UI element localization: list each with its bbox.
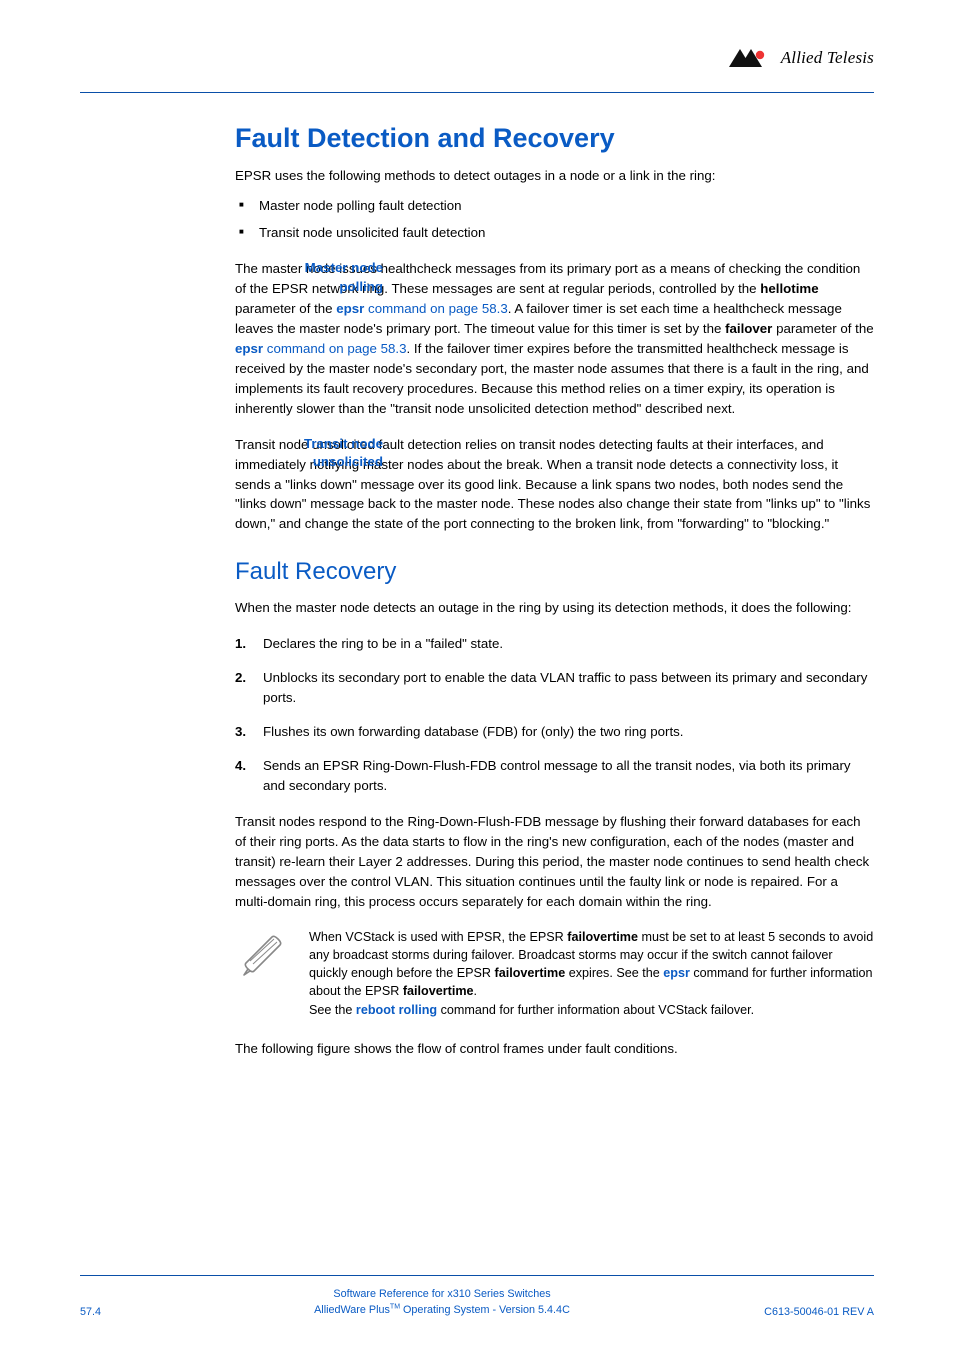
side-label-transit-unsolicited: Transit node unsolicited [235,435,383,472]
param-hellotime: hellotime [760,281,818,296]
detection-methods-list: Master node polling fault detection Tran… [235,196,874,243]
intro-text: EPSR uses the following methods to detec… [235,166,874,186]
main-content: Fault Detection and Recovery EPSR uses t… [80,93,874,1059]
step-item: Unblocks its secondary port to enable th… [263,668,874,708]
side-label-line: polling [339,279,383,294]
note-box: When VCStack is used with EPSR, the EPSR… [235,928,874,1019]
footer-revision: C613-50046-01 REV A [734,1306,874,1318]
epsr-command-link[interactable]: epsr [663,966,690,980]
param-failovertime: failovertime [567,930,638,944]
epsr-command-link[interactable]: epsr [336,301,364,316]
side-label-line: unsolicited [313,454,383,469]
brand-logo: Allied Telesis [729,48,874,68]
list-item: Transit node unsolicited fault detection [259,223,874,244]
step-item: Sends an EPSR Ring-Down-Flush-FDB contro… [263,756,874,796]
recovery-intro: When the master node detects an outage i… [235,598,874,618]
epsr-command-link[interactable]: epsr [235,341,263,356]
step-item: Declares the ring to be in a "failed" st… [263,634,874,654]
recovery-after-paragraph: Transit nodes respond to the Ring-Down-F… [235,812,874,912]
footer-center: Software Reference for x310 Series Switc… [150,1286,734,1318]
footer-divider [80,1275,874,1276]
epsr-command-page-link[interactable]: command on page 58.3 [364,301,507,316]
side-label-master-polling: Master node polling [235,259,383,296]
param-failovertime: failovertime [403,984,474,998]
footer-line1: Software Reference for x310 Series Switc… [333,1288,550,1300]
logo-mark-icon [729,49,773,67]
reboot-rolling-link[interactable]: reboot rolling [356,1003,437,1017]
master-node-polling-section: Master node polling The master node issu… [235,259,874,419]
footer-line2: AlliedWare PlusTM Operating System - Ver… [314,1304,570,1316]
page-title: Fault Detection and Recovery [235,123,874,154]
note-text: When VCStack is used with EPSR, the EPSR… [309,928,874,1019]
closing-paragraph: The following figure shows the flow of c… [235,1039,874,1059]
side-label-line: Master node [305,260,383,275]
side-label-line: Transit node [304,436,383,451]
brand-name: Allied Telesis [781,48,874,68]
step-item: Flushes its own forwarding database (FDB… [263,722,874,742]
list-item: Master node polling fault detection [259,196,874,217]
tm-mark: TM [390,1303,400,1310]
transit-node-unsolicited-section: Transit node unsolicited Transit node un… [235,435,874,535]
page-number: 57.4 [80,1306,150,1318]
fault-recovery-heading: Fault Recovery [235,558,874,586]
param-failover: failover [725,321,772,336]
epsr-command-page-link[interactable]: command on page 58.3 [267,341,407,356]
param-failovertime: failovertime [495,966,566,980]
footer: 57.4 Software Reference for x310 Series … [80,1286,874,1318]
recovery-steps: Declares the ring to be in a "failed" st… [235,634,874,796]
page: Allied Telesis Fault Detection and Recov… [0,0,954,1350]
note-icon [235,928,291,984]
